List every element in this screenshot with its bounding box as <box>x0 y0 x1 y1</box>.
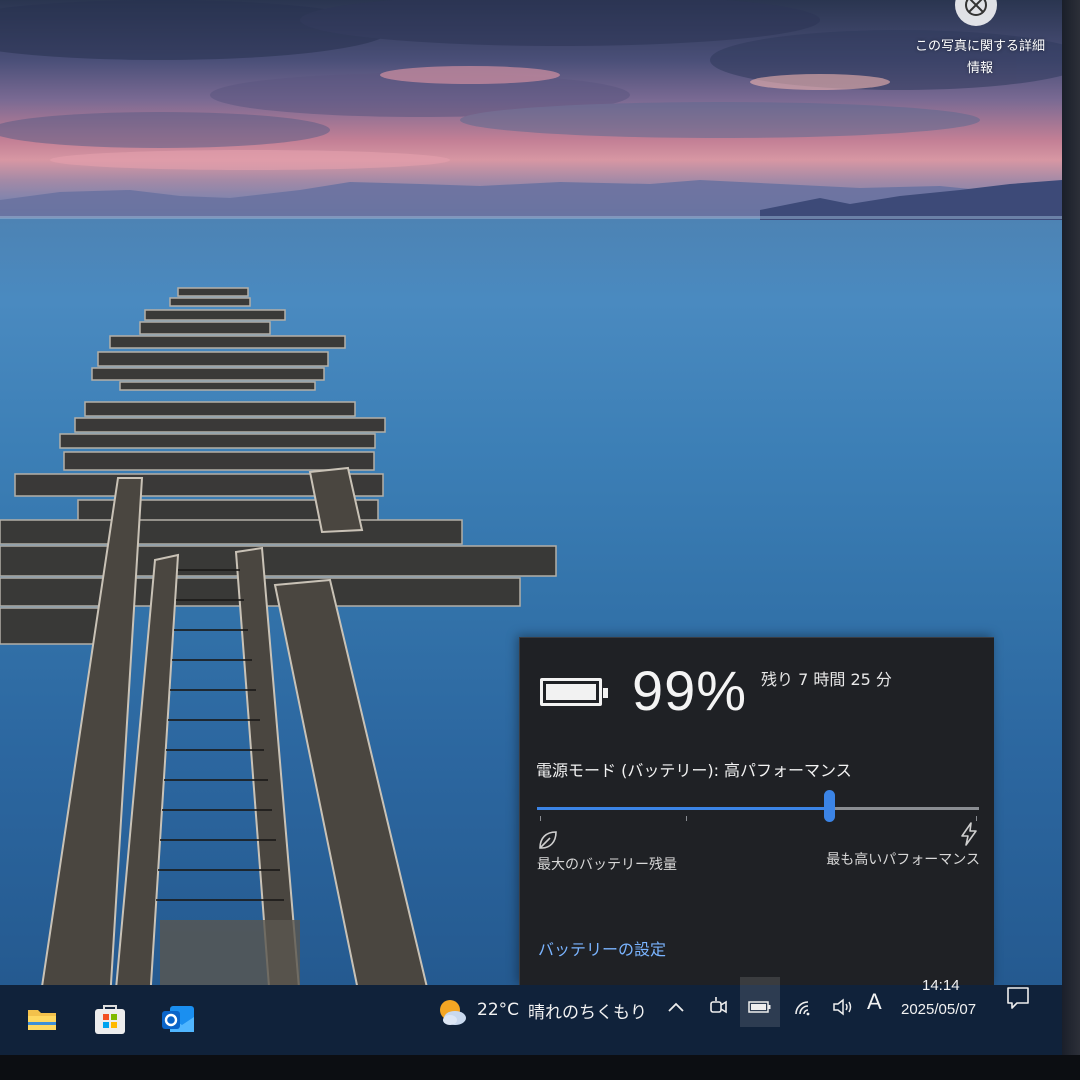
taskbar: 22°C 晴れのちくもり A 14:14 2025/05/07 <box>0 977 1062 1055</box>
leaf-icon <box>539 831 557 849</box>
power-mode-slider[interactable] <box>537 790 979 826</box>
file-explorer-icon[interactable] <box>20 997 64 1041</box>
screen-bezel <box>1062 0 1080 1080</box>
slider-min-label: 最大のバッテリー残量 <box>537 857 677 873</box>
weather-temperature[interactable]: 22°C <box>477 1000 519 1020</box>
slider-track-fill <box>537 807 829 810</box>
battery-settings-link[interactable]: バッテリーの設定 <box>538 936 666 960</box>
battery-percent: 99% <box>632 659 748 722</box>
slider-thumb[interactable] <box>824 790 835 822</box>
lightning-icon <box>961 822 977 846</box>
battery-time-remaining: 残り 7 時間 25 分 <box>761 670 892 689</box>
chevron-up-icon[interactable] <box>664 985 688 1029</box>
weather-description[interactable]: 晴れのちくもり <box>528 998 647 1023</box>
partly-cloudy-icon[interactable] <box>436 996 468 1028</box>
photo-info-label[interactable]: この写真に関する詳細情報 <box>910 36 1050 80</box>
ime-indicator[interactable]: A <box>867 989 882 1015</box>
battery-full-icon <box>540 678 608 706</box>
notification-icon[interactable] <box>1005 985 1031 1011</box>
taskbar-bottom-edge <box>0 1055 1080 1080</box>
slider-tick <box>540 816 541 821</box>
slider-tick <box>686 816 687 821</box>
volume-icon[interactable] <box>830 985 856 1029</box>
clock-date[interactable]: 2025/05/07 <box>901 1001 976 1018</box>
microsoft-store-icon[interactable] <box>88 997 132 1041</box>
slider-max-label: 最も高いパフォーマンス <box>826 852 980 868</box>
battery-icon[interactable] <box>746 985 774 1029</box>
meet-now-icon[interactable] <box>706 985 730 1029</box>
clock-time[interactable]: 14:14 <box>922 977 960 994</box>
wifi-icon[interactable] <box>790 985 816 1029</box>
outlook-icon[interactable] <box>156 997 200 1041</box>
battery-flyout: 99% 残り 7 時間 25 分 電源モード (バッテリー): 高パフォーマンス… <box>519 637 994 986</box>
power-mode-label: 電源モード (バッテリー): 高パフォーマンス <box>536 761 852 780</box>
